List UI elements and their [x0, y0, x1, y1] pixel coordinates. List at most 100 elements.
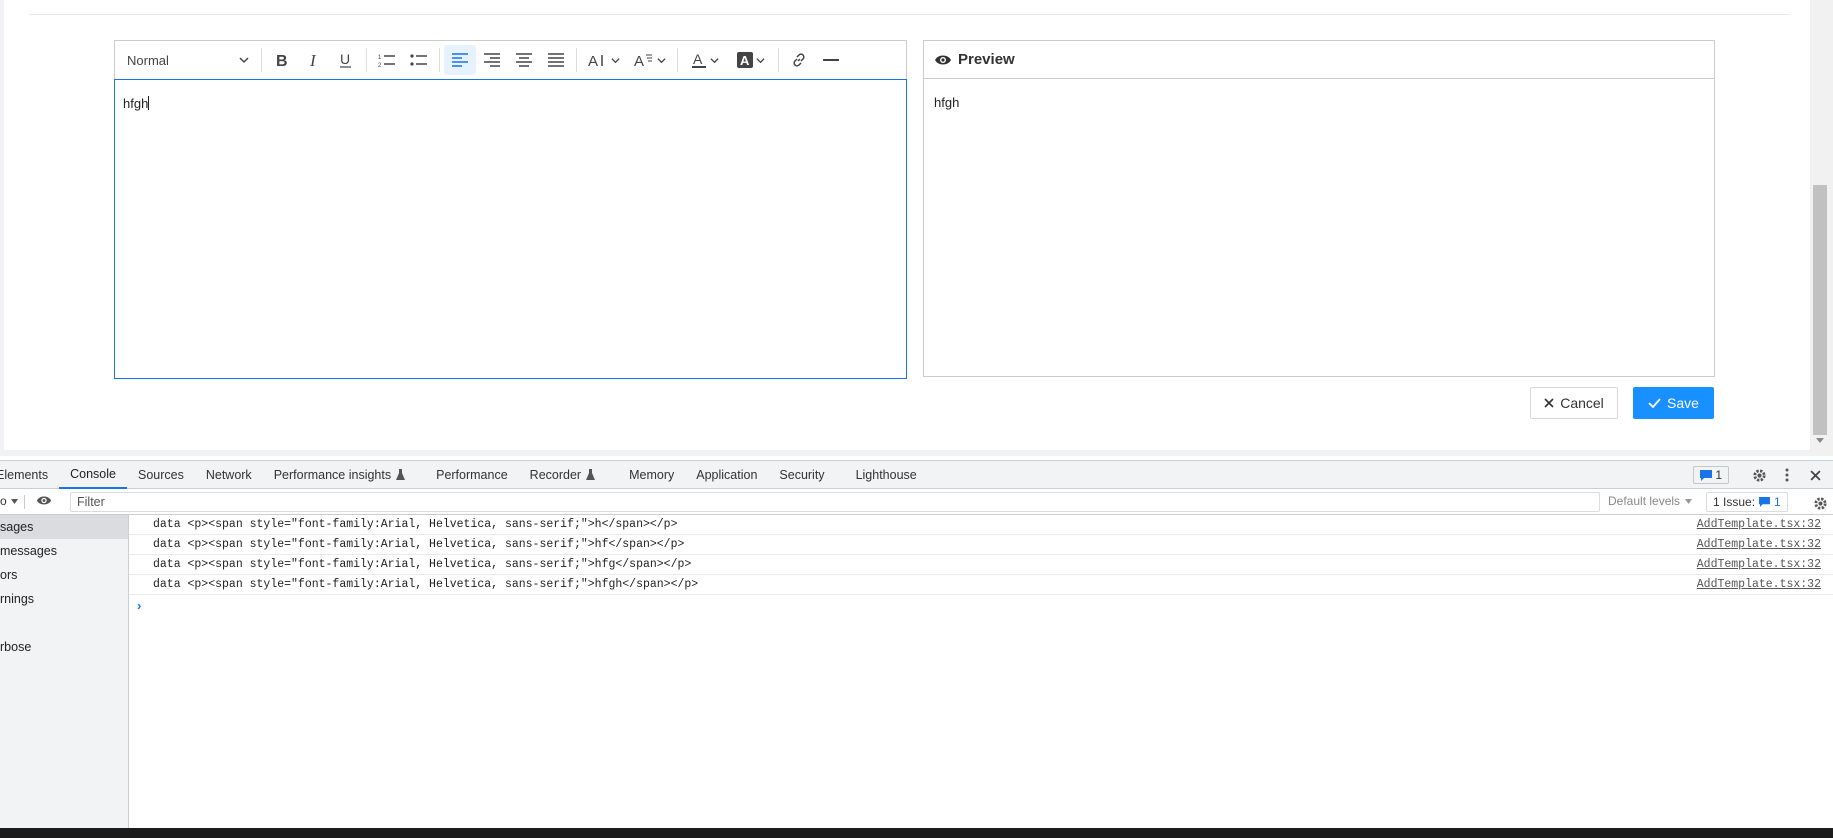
sidebar-item-messages[interactable]: sages: [0, 515, 128, 539]
align-left-button[interactable]: [444, 45, 476, 75]
align-center-icon: [516, 53, 532, 67]
align-justify-button[interactable]: [540, 45, 572, 75]
scrollbar-thumb[interactable]: [1813, 185, 1827, 435]
caret-down-icon: [1685, 498, 1693, 504]
os-taskbar: [0, 828, 1833, 838]
live-expression-button[interactable]: [36, 494, 52, 509]
kebab-menu-icon: [1785, 468, 1789, 482]
eye-icon: [36, 496, 52, 505]
divider: [30, 14, 1790, 15]
log-entry: data <p><span style="font-family:Arial, …: [129, 555, 1833, 575]
log-source-link[interactable]: AddTemplate.tsx:32: [1697, 538, 1821, 551]
sidebar-item-warnings[interactable]: rnings: [0, 587, 128, 611]
editor-text: hfgh: [123, 96, 149, 111]
eye-icon: [935, 55, 951, 64]
link-button[interactable]: [783, 45, 815, 75]
issues-badge[interactable]: 1: [1693, 466, 1729, 484]
chevron-down-icon: [710, 57, 719, 63]
toolbar-separator: [261, 48, 262, 72]
log-source-link[interactable]: AddTemplate.tsx:32: [1697, 518, 1821, 531]
preview-header: Preview: [924, 41, 1714, 79]
bullet-list-icon: [410, 54, 427, 66]
scroll-down-arrow[interactable]: [1816, 438, 1824, 443]
cancel-button[interactable]: Cancel: [1530, 387, 1618, 419]
text-color-dropdown[interactable]: A: [682, 45, 728, 75]
italic-icon: I: [309, 52, 317, 68]
underline-icon: U: [340, 52, 351, 68]
svg-text:B: B: [276, 53, 288, 68]
message-icon: [1700, 469, 1713, 481]
tab-elements[interactable]: Elements: [0, 461, 59, 489]
close-devtools-button[interactable]: [1803, 463, 1827, 487]
chevron-down-icon: [756, 57, 765, 63]
log-source-link[interactable]: AddTemplate.tsx:32: [1697, 578, 1821, 591]
more-options-button[interactable]: [1775, 463, 1799, 487]
flask-icon: [396, 469, 406, 480]
close-icon: [1544, 398, 1554, 408]
bold-icon: B: [276, 53, 288, 68]
log-levels-dropdown[interactable]: Default levels: [1608, 494, 1693, 508]
context-selector[interactable]: o: [0, 494, 18, 508]
sidebar-item-verbose[interactable]: rbose: [0, 635, 128, 659]
log-message: data <p><span style="font-family:Arial, …: [153, 538, 685, 551]
chevron-down-icon: [239, 57, 249, 64]
sidebar-item-errors[interactable]: ors: [0, 563, 128, 587]
tab-lighthouse[interactable]: Lighthouse: [836, 461, 928, 489]
tab-performance-insights[interactable]: Performance insights: [263, 461, 416, 489]
issues-button[interactable]: 1 Issue: 1: [1706, 492, 1788, 512]
heading-select-value: Normal: [127, 52, 169, 68]
save-button[interactable]: Save: [1633, 387, 1714, 419]
horizontal-rule-icon: [823, 59, 839, 61]
sidebar-item-user-messages[interactable]: messages: [0, 539, 128, 563]
page-scrollbar[interactable]: [1810, 0, 1833, 456]
tab-recorder[interactable]: Recorder: [519, 461, 606, 489]
bold-button[interactable]: B: [266, 45, 298, 75]
check-icon: [1648, 398, 1661, 408]
svg-text:I: I: [309, 52, 317, 68]
flask-icon: [586, 469, 596, 480]
tab-security[interactable]: Security: [768, 461, 835, 489]
content-card: Normal B I U 12 A A A A hfgh Preview hfg…: [4, 0, 1810, 450]
filter-input[interactable]: [70, 492, 1600, 512]
heading-select[interactable]: Normal: [119, 46, 257, 74]
console-prompt[interactable]: ›: [129, 595, 1833, 615]
align-right-button[interactable]: [476, 45, 508, 75]
close-icon: [1809, 469, 1821, 481]
underline-button[interactable]: U: [330, 45, 362, 75]
align-right-icon: [484, 53, 500, 67]
font-size-icon: A: [588, 53, 603, 68]
font-size-dropdown[interactable]: A: [581, 45, 627, 75]
settings-button[interactable]: [1747, 463, 1771, 487]
preview-panel: Preview hfgh: [923, 40, 1715, 377]
svg-text:A: A: [588, 53, 598, 68]
ordered-list-button[interactable]: 12: [371, 45, 403, 75]
chevron-down-icon: [657, 57, 666, 63]
log-message: data <p><span style="font-family:Arial, …: [153, 518, 678, 531]
horizontal-rule-button[interactable]: [815, 45, 847, 75]
toolbar-separator: [366, 48, 367, 72]
text-color-icon: A: [692, 52, 706, 68]
background-color-dropdown[interactable]: A: [728, 45, 774, 75]
italic-button[interactable]: I: [298, 45, 330, 75]
tab-console[interactable]: Console: [59, 461, 127, 489]
ordered-list-icon: 12: [378, 55, 395, 68]
font-family-dropdown[interactable]: A: [627, 45, 673, 75]
align-center-button[interactable]: [508, 45, 540, 75]
tab-sources[interactable]: Sources: [127, 461, 195, 489]
cancel-label: Cancel: [1560, 395, 1604, 411]
tab-performance[interactable]: Performance: [416, 461, 519, 489]
rich-text-editor: Normal B I U 12 A A A A hfgh: [114, 40, 907, 379]
tab-memory[interactable]: Memory: [606, 461, 685, 489]
console-settings-button[interactable]: [1808, 491, 1832, 515]
svg-text:A: A: [693, 52, 703, 67]
bullet-list-button[interactable]: [403, 45, 435, 75]
tab-application[interactable]: Application: [685, 461, 768, 489]
sidebar-item-info[interactable]: [0, 611, 128, 635]
tab-network[interactable]: Network: [195, 461, 263, 489]
editor-content-area[interactable]: hfgh: [114, 79, 907, 379]
svg-text:1: 1: [378, 55, 382, 61]
log-source-link[interactable]: AddTemplate.tsx:32: [1697, 558, 1821, 571]
caret-down-icon: [10, 498, 18, 504]
toolbar-separator: [24, 495, 25, 509]
gear-icon: [1752, 468, 1766, 482]
